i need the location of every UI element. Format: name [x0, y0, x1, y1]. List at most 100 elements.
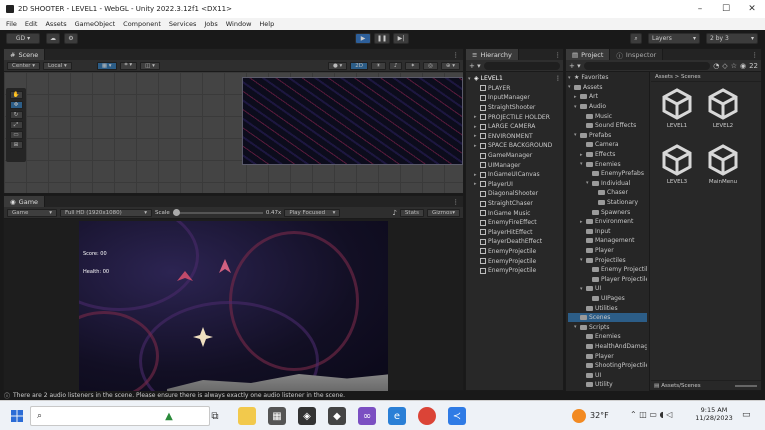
- pause-button[interactable]: ❚❚: [374, 33, 390, 44]
- hidden-objects-icon[interactable]: ◎: [423, 61, 438, 70]
- game-canvas[interactable]: Score: 00 Health: 00: [79, 221, 388, 391]
- menu-file[interactable]: File: [6, 20, 17, 28]
- project-tree-item[interactable]: ▾ UI: [568, 284, 647, 294]
- hierarchy-item[interactable]: StraightChaser: [468, 199, 561, 209]
- rect-tool-icon[interactable]: ▭: [9, 131, 23, 139]
- project-tree-item[interactable]: Stationary: [568, 198, 647, 208]
- hierarchy-item[interactable]: PlayerDeathEffect: [468, 237, 561, 247]
- menu-component[interactable]: Component: [123, 20, 161, 28]
- scene-camera-settings[interactable]: ◫ ▾: [140, 61, 160, 70]
- hierarchy-item[interactable]: DiagonalShooter: [468, 189, 561, 199]
- menu-assets[interactable]: Assets: [45, 20, 66, 28]
- hierarchy-item[interactable]: ▸ PlayerUI: [468, 180, 561, 190]
- hierarchy-item[interactable]: EnemyProjectile: [468, 256, 561, 266]
- project-tree-item[interactable]: Enemy Projectiles: [568, 265, 647, 275]
- taskbar-search-input[interactable]: ⌕: [30, 406, 210, 426]
- hierarchy-item[interactable]: ▸ SPACE BACKGROUND: [468, 141, 561, 151]
- lighting-toggle-icon[interactable]: ☀: [371, 61, 386, 70]
- menu-window[interactable]: Window: [226, 20, 252, 28]
- collab-icon[interactable]: ⚙: [64, 33, 78, 44]
- 2d-toggle[interactable]: 2D: [350, 61, 368, 70]
- hierarchy-item[interactable]: StraightShooter: [468, 103, 561, 113]
- tab-hierarchy[interactable]: ≡ Hierarchy: [466, 49, 519, 60]
- hierarchy-item[interactable]: ▸ InGameUICanvas: [468, 170, 561, 180]
- project-tree-item[interactable]: Camera: [568, 140, 647, 150]
- hierarchy-item[interactable]: PlayerHitEffect: [468, 228, 561, 238]
- filter-icon[interactable]: ◔: [713, 62, 719, 70]
- vscode-icon[interactable]: ≺: [448, 407, 466, 425]
- gizmos-toggle-icon[interactable]: ⊕ ▾: [440, 61, 460, 70]
- store-icon[interactable]: ▦: [268, 407, 286, 425]
- file-explorer-icon[interactable]: [238, 407, 256, 425]
- grid-snap-button[interactable]: ▦ ▾: [96, 61, 117, 70]
- project-tree-item[interactable]: ▾ Enemies: [568, 159, 647, 169]
- scene-asset[interactable]: LEVEL1: [657, 88, 697, 136]
- hierarchy-item[interactable]: InGame Music: [468, 208, 561, 218]
- project-tree-item[interactable]: Enemies: [568, 332, 647, 342]
- hierarchy-item[interactable]: PLAYER: [468, 84, 561, 94]
- project-tree-item[interactable]: ▸ Art: [568, 92, 647, 102]
- hierarchy-scene-root[interactable]: ▾ ◈ LEVEL1 ⋮: [468, 74, 561, 84]
- project-tree-item[interactable]: Management: [568, 236, 647, 246]
- account-dropdown[interactable]: GD ▾: [6, 33, 40, 44]
- visual-studio-icon[interactable]: ∞: [358, 407, 376, 425]
- project-tree-item[interactable]: Player Projectiles: [568, 274, 647, 284]
- mute-audio-icon[interactable]: ♪: [392, 209, 396, 217]
- project-tree-item[interactable]: ▾ ★ Favorites: [568, 73, 647, 83]
- layout-dropdown[interactable]: 2 by 3 ▾: [706, 33, 758, 44]
- project-tree-item[interactable]: ▾ Scripts: [568, 322, 647, 332]
- menu-gameobject[interactable]: GameObject: [75, 20, 116, 28]
- tab-game[interactable]: ◉ Game: [4, 196, 46, 207]
- unity-hub-icon[interactable]: ◈: [298, 407, 316, 425]
- star-icon[interactable]: ☆: [731, 62, 737, 70]
- gizmos-dropdown[interactable]: Gizmos ▾: [426, 208, 460, 217]
- project-tree-item[interactable]: Spawners: [568, 207, 647, 217]
- project-tree-item[interactable]: ▾ Individual: [568, 179, 647, 189]
- project-tree-item[interactable]: Utility: [568, 380, 647, 390]
- scene-asset[interactable]: MainMenu: [703, 144, 743, 192]
- hierarchy-item[interactable]: EnemyFireEffect: [468, 218, 561, 228]
- project-tree-item[interactable]: ShootingProjectiles: [568, 361, 647, 371]
- project-tree-item[interactable]: ▾ Assets: [568, 83, 647, 93]
- resolution-dropdown[interactable]: Full HD (1920x1080) ▾: [60, 208, 152, 217]
- hand-tool-icon[interactable]: ✋: [9, 91, 23, 99]
- system-tray-icons[interactable]: ⌃ ◫ ▭ ◖ ◁: [630, 410, 672, 419]
- maximize-button[interactable]: ☐: [713, 0, 739, 18]
- display-dropdown[interactable]: Game ▾: [7, 208, 57, 217]
- windows-start-icon[interactable]: [8, 407, 26, 425]
- audio-toggle-icon[interactable]: ♪: [388, 61, 403, 70]
- hierarchy-item[interactable]: EnemyProjectile: [468, 247, 561, 257]
- project-search-input[interactable]: [583, 61, 711, 70]
- panel-menu-icon[interactable]: ⋮: [449, 198, 464, 206]
- scale-slider[interactable]: [172, 208, 263, 216]
- project-tree-item[interactable]: ▸ Effects: [568, 150, 647, 160]
- zoom-slider[interactable]: [735, 384, 757, 387]
- search-icon[interactable]: ⌕: [630, 33, 642, 44]
- play-focused-dropdown[interactable]: Play Focused ▾: [284, 208, 341, 217]
- project-tree-item[interactable]: HealthAndDamage: [568, 342, 647, 352]
- panel-menu-icon[interactable]: ⋮: [449, 51, 464, 59]
- project-tree-item[interactable]: Chaser: [568, 188, 647, 198]
- project-tree-item[interactable]: ▾ Projectiles: [568, 255, 647, 265]
- weather-icon[interactable]: [572, 409, 586, 423]
- eye-icon[interactable]: ◉: [740, 62, 746, 70]
- task-view-icon[interactable]: ⧉: [206, 407, 224, 425]
- project-tree-item[interactable]: ▸ Environment: [568, 217, 647, 227]
- close-button[interactable]: ✕: [739, 0, 765, 18]
- scene-asset[interactable]: LEVEL2: [703, 88, 743, 136]
- play-button[interactable]: ▶: [355, 33, 371, 44]
- effects-toggle-icon[interactable]: ✦: [405, 61, 421, 70]
- scale-slider-handle[interactable]: [172, 208, 180, 216]
- space-dropdown[interactable]: Local ▾: [43, 61, 72, 70]
- menu-help[interactable]: Help: [259, 20, 274, 28]
- scene-viewport[interactable]: ✋ ✥ ↻ ⤢ ▭ ⊞: [4, 72, 463, 193]
- add-icon[interactable]: + ▾: [469, 62, 481, 70]
- scale-tool-icon[interactable]: ⤢: [9, 121, 23, 129]
- rotate-tool-icon[interactable]: ↻: [9, 111, 23, 119]
- tab-project[interactable]: ▤ Project: [566, 49, 611, 60]
- project-tree-item[interactable]: Utilities: [568, 303, 647, 313]
- project-tree-item[interactable]: ▾ Prefabs: [568, 131, 647, 141]
- project-tree-item[interactable]: Player: [568, 351, 647, 361]
- hierarchy-item[interactable]: ▸ PROJECTILE HOLDER: [468, 112, 561, 122]
- project-tree-item[interactable]: Player: [568, 246, 647, 256]
